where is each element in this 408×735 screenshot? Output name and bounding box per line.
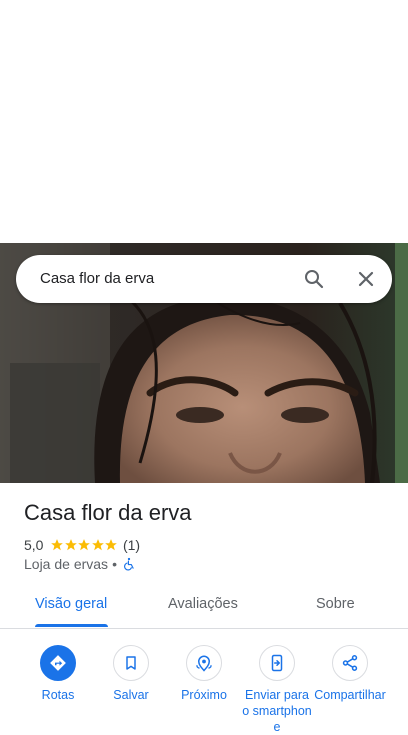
share-icon — [332, 645, 368, 681]
star-icon — [78, 539, 91, 551]
star-icon — [65, 539, 77, 551]
active-tab-indicator — [35, 624, 108, 627]
tab-overview[interactable]: Visão geral — [35, 596, 107, 612]
search-icon[interactable] — [304, 269, 324, 289]
action-buttons-row: Rotas Salvar Próximo Enviar para o smart… — [0, 645, 408, 734]
send-to-phone-label: Enviar para o smartphone — [242, 688, 312, 734]
rating-value: 5,0 — [24, 537, 44, 553]
save-label: Salvar — [113, 688, 149, 702]
nearby-button[interactable]: Próximo — [167, 645, 241, 703]
separator-dot: • — [112, 556, 117, 572]
share-button[interactable]: Compartilhar — [313, 645, 387, 703]
search-input[interactable]: Casa flor da erva — [40, 270, 154, 287]
save-button[interactable]: Salvar — [94, 645, 168, 703]
tab-reviews[interactable]: Avaliações — [168, 596, 238, 612]
directions-icon — [40, 645, 76, 681]
tab-bar: Visão geral Avaliações Sobre — [0, 584, 408, 629]
close-icon[interactable] — [356, 269, 376, 289]
share-label: Compartilhar — [314, 688, 386, 702]
wheelchair-accessible-icon — [124, 557, 134, 571]
star-rating — [50, 538, 118, 552]
directions-label: Rotas — [41, 688, 75, 702]
map-blank-area — [0, 0, 408, 243]
rating-row[interactable]: 5,0 (1) — [24, 536, 140, 554]
nearby-icon — [186, 645, 222, 681]
review-count[interactable]: (1) — [123, 537, 140, 553]
star-icon — [92, 539, 104, 551]
category-row: Loja de ervas • — [24, 556, 136, 572]
tab-about[interactable]: Sobre — [316, 596, 355, 612]
nearby-label: Próximo — [181, 688, 227, 702]
star-icon — [51, 539, 64, 551]
place-category: Loja de ervas — [24, 556, 109, 572]
bookmark-icon — [113, 645, 149, 681]
directions-button[interactable]: Rotas — [21, 645, 95, 703]
search-bar[interactable]: Casa flor da erva — [16, 255, 392, 303]
send-to-phone-icon — [259, 645, 295, 681]
star-icon — [105, 539, 118, 551]
place-title: Casa flor da erva — [24, 500, 192, 525]
send-to-phone-button[interactable]: Enviar para o smartphone — [240, 645, 314, 735]
